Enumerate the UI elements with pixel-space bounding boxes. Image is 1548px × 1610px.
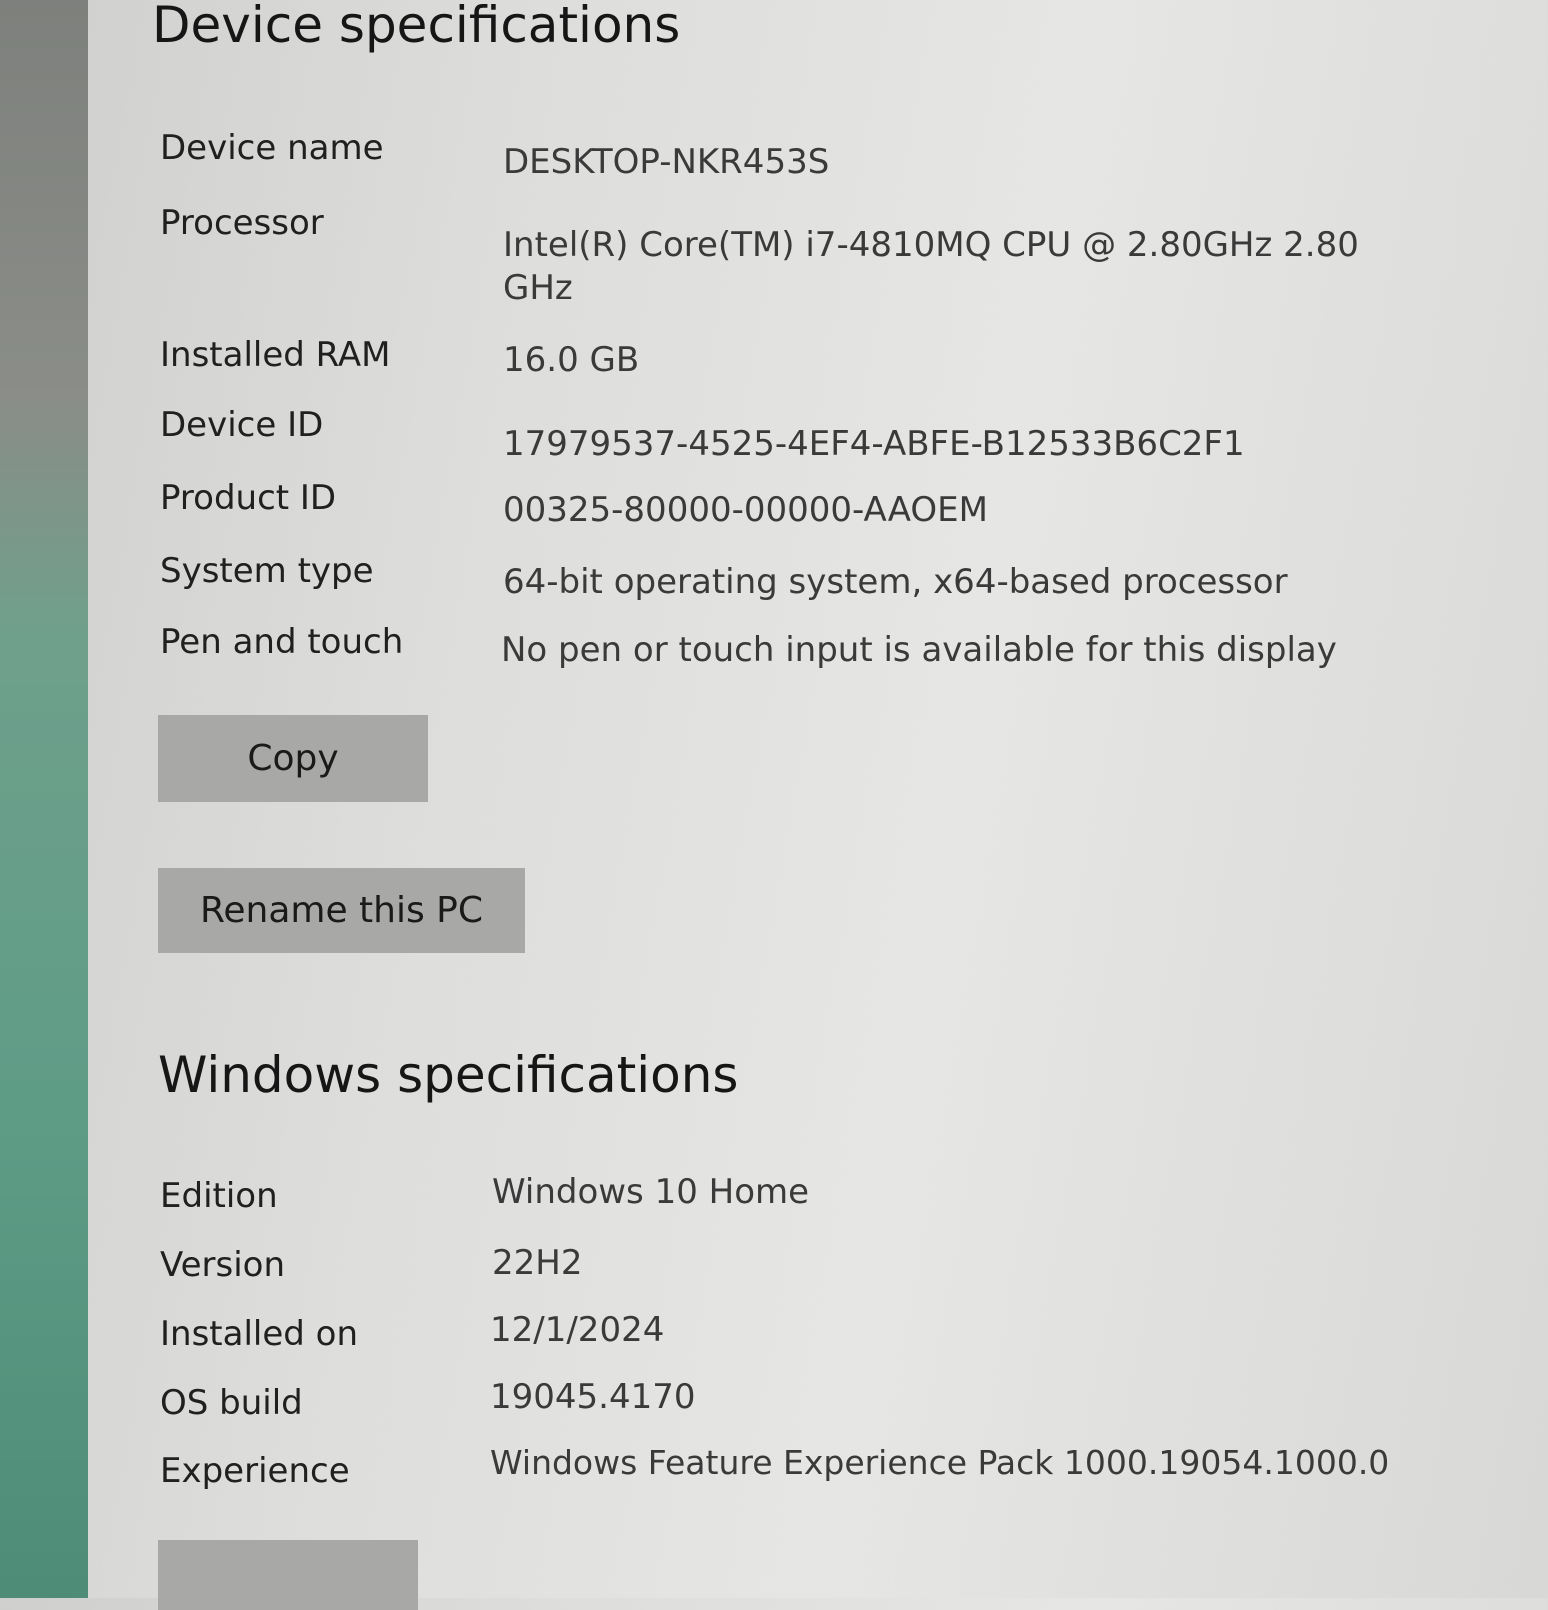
- value-pen-touch: No pen or touch input is available for t…: [501, 630, 1337, 670]
- label-device-id: Device ID: [160, 405, 324, 445]
- value-edition: Windows 10 Home: [492, 1172, 810, 1212]
- label-edition: Edition: [160, 1176, 278, 1216]
- label-experience: Experience: [160, 1451, 350, 1491]
- device-specs-heading: Device specifications: [152, 0, 681, 54]
- desktop-edge: [0, 0, 88, 1598]
- value-installed-ram: 16.0 GB: [503, 340, 640, 380]
- value-experience: Windows Feature Experience Pack 1000.190…: [490, 1443, 1390, 1482]
- copy-windows-specs-button[interactable]: [158, 1540, 418, 1610]
- value-installed-on: 12/1/2024: [490, 1310, 665, 1350]
- value-system-type: 64-bit operating system, x64-based proce…: [503, 562, 1288, 602]
- value-product-id: 00325-80000-00000-AAOEM: [503, 490, 988, 530]
- label-pen-touch: Pen and touch: [160, 622, 404, 662]
- label-product-id: Product ID: [160, 478, 337, 518]
- value-version: 22H2: [492, 1243, 583, 1283]
- label-installed-ram: Installed RAM: [160, 335, 391, 375]
- copy-button[interactable]: Copy: [158, 715, 428, 802]
- value-processor-cont: GHz: [503, 268, 573, 308]
- label-os-build: OS build: [160, 1383, 303, 1423]
- label-device-name: Device name: [160, 128, 384, 168]
- label-processor: Processor: [160, 203, 324, 243]
- rename-pc-button[interactable]: Rename this PC: [158, 868, 525, 953]
- value-processor: Intel(R) Core(TM) i7-4810MQ CPU @ 2.80GH…: [503, 225, 1359, 265]
- label-version: Version: [160, 1245, 286, 1285]
- label-system-type: System type: [160, 551, 374, 591]
- windows-specs-heading: Windows specifications: [158, 1046, 739, 1104]
- value-os-build: 19045.4170: [490, 1377, 696, 1417]
- value-device-name: DESKTOP-NKR453S: [503, 142, 830, 182]
- label-installed-on: Installed on: [160, 1314, 359, 1354]
- value-device-id: 17979537-4525-4EF4-ABFE-B12533B6C2F1: [503, 424, 1245, 464]
